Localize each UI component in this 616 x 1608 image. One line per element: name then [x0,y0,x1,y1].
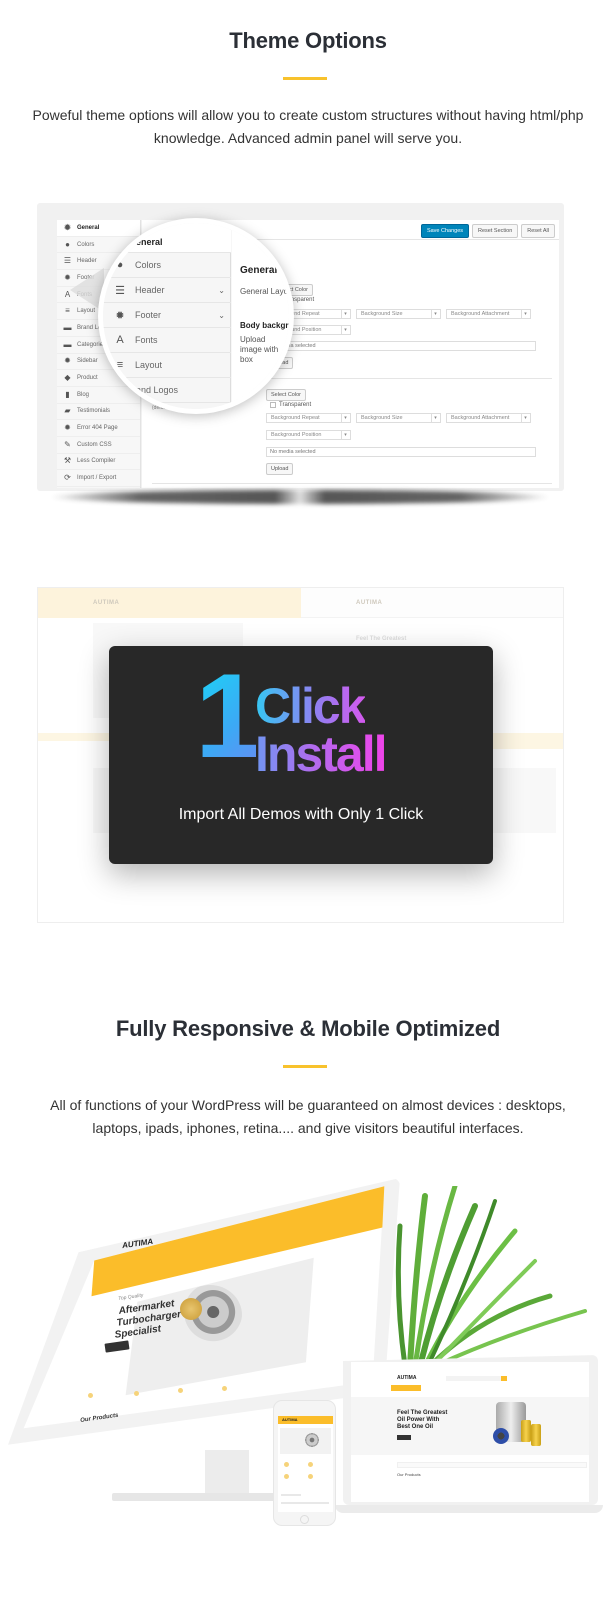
sidebar-item-label: Custom CSS [77,441,112,448]
laptop-hero-line-3: Best One Oil [397,1424,434,1430]
tags-icon: ◆ [64,373,71,383]
laptop-section-label: Our Products [397,1472,421,1477]
phone-home-button [300,1515,309,1524]
theme-options-description: Poweful theme options will allow you to … [32,107,584,146]
sidebar-item-less-compiler[interactable]: ⚒ Less Compiler [57,454,140,471]
list-icon: ≡ [116,359,124,371]
magnified-body-background: Body background [240,321,294,330]
magnified-upload-hint: Upload image with box [240,335,279,364]
sidebar-item-custom-css[interactable]: ✎ Custom CSS [57,437,140,454]
magnified-item-layout[interactable]: ≡ Layout [103,353,231,378]
demo-hero-text: Feel The Greatest [356,636,407,642]
demo-logo-left: AUTIMA [93,600,120,606]
one-click-subtitle: Import All Demos with Only 1 Click [178,806,424,823]
one-click-word: Click [255,678,367,734]
theme-options-title: Theme Options [229,28,387,53]
sidebar-item-label: General [77,224,100,231]
magnified-heading: General [240,265,278,276]
turbocharger-gold-part [180,1298,202,1320]
gear-icon: ✹ [64,356,71,366]
magnified-item-brand-logos[interactable]: Brand Logos [103,378,231,403]
sidebar-item-label: Sidebar [77,358,98,365]
magnified-item-fonts[interactable]: A Fonts [103,328,231,353]
pencil-icon: ✎ [64,439,71,449]
one-click-number: 1 [195,649,262,783]
title-accent-bar [283,77,327,80]
briefcase-icon: ▬ [63,322,72,332]
gear-icon: ✹ [64,222,71,232]
background-repeat-select-2[interactable]: Background Repeat [266,413,351,423]
chevron-down-icon: ⌄ [218,285,225,295]
one-click-install-card: 1 Click Install Import All Demos with On… [109,646,493,864]
magnified-item-footer[interactable]: ✹ Footer ⌄ [103,303,231,328]
one-click-install-word: Install [255,726,387,782]
background-position-select-2[interactable]: Background Position [266,430,351,440]
plant-decoration [395,1186,587,1366]
magnified-item-label: Brand Logos [127,385,179,395]
responsive-accent-bar [283,1065,327,1068]
demo-logo-right: AUTIMA [356,600,383,606]
magnified-item-label: Header [135,285,165,295]
sidebar-item-label: Testimonials [77,408,111,415]
media-field[interactable]: No media selected [266,341,536,351]
media-field-2[interactable]: No media selected [266,447,536,457]
magnified-item-label: Fonts [135,335,158,345]
phone-logo: AUTIMA [282,1417,298,1422]
magnified-item-label: Colors [135,260,162,270]
responsive-title: Fully Responsive & Mobile Optimized [115,1016,501,1041]
responsive-description: All of functions of your WordPress will … [50,1097,566,1136]
sidebar-item-import-export[interactable]: ⟳ Import / Export [57,470,140,487]
droplet-icon: ● [65,239,70,249]
sidebar-item-label: Error 404 Page [77,425,118,432]
oil-filter-image [493,1428,509,1444]
sidebar-item-label: Less Compiler [77,458,116,465]
background-size-select-2[interactable]: Background Size [356,413,441,423]
reset-all-button[interactable]: Reset All [521,224,555,238]
gear-icon: ✹ [115,309,125,322]
sidebar-item-label: Blog [77,391,90,398]
magnified-item-label: Footer [135,310,162,320]
magnified-item-header[interactable]: ☰ Header ⌄ [103,278,231,303]
laptop-mockup: AUTIMA Feel The Greatest Oil Power With … [335,1355,603,1515]
sidebar-item-label: Header [77,258,97,265]
magnified-general-label: General [129,237,163,247]
magnified-item-colors[interactable]: ● Colors [103,253,231,278]
laptop-logo: AUTIMA [397,1375,417,1381]
sidebar-item-label: Colors [77,241,95,248]
magnified-general-layout: General Layout [240,287,294,296]
save-changes-button[interactable]: Save Changes [420,224,470,238]
font-icon: A [116,334,124,346]
briefcase-icon: ▬ [63,339,72,349]
wrench-icon: ⚒ [63,456,72,466]
laptop-hero-line-1: Feel The Greatest [397,1410,448,1416]
header-icon: ☰ [115,284,125,297]
upload-button-2[interactable]: Upload [266,463,294,475]
gear-icon: ✹ [64,423,71,433]
reset-section-button[interactable]: Reset Section [472,224,519,238]
sidebar-item-label: Product [77,375,98,382]
chevron-down-icon: ⌄ [218,310,225,320]
droplet-icon: ● [116,259,124,271]
background-attachment-select[interactable]: Background Attachment [446,309,531,319]
background-attachment-select-2[interactable]: Background Attachment [446,413,531,423]
sidebar-item-label: Import / Export [77,475,117,482]
magnifier-lens: General ● Colors ☰ Header ⌄ ✹ Footer ⌄ A Fonts… [98,218,294,414]
phone-mockup: AUTIMA [273,1400,336,1526]
panel-shadow [50,490,550,504]
comment-icon: ▰ [64,406,71,416]
laptop-hero-line-2: Oil Power With [397,1417,440,1423]
background-size-select[interactable]: Background Size [356,309,441,319]
sidebar-item-error-404[interactable]: ✹ Error 404 Page [57,420,140,437]
header-icon: ☰ [63,256,72,266]
magnified-item-label: Layout [135,360,163,370]
document-icon: ▮ [65,389,70,399]
refresh-icon: ⟳ [64,473,71,483]
